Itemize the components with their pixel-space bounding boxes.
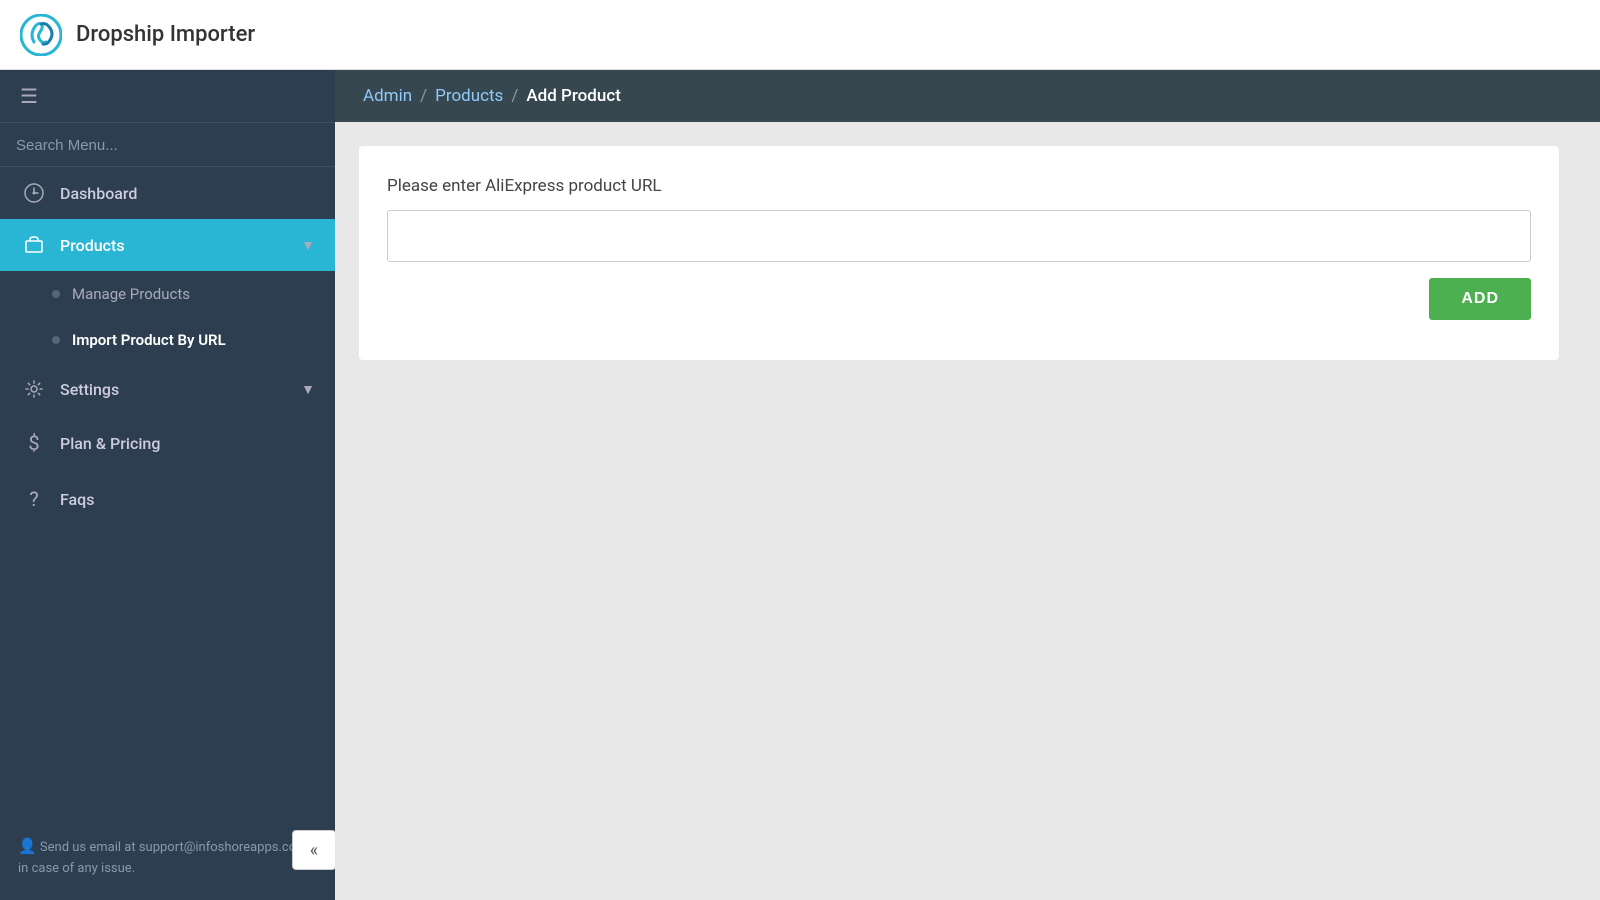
dollar-icon: $ [20, 431, 48, 455]
import-card: Please enter AliExpress product URL ADD [359, 146, 1559, 360]
aliexpress-url-input[interactable] [387, 210, 1531, 262]
sidebar-item-faqs-label: Faqs [60, 490, 315, 509]
breadcrumb-bar: Admin / Products / Add Product [335, 70, 1600, 122]
sidebar-item-dashboard[interactable]: Dashboard [0, 167, 335, 219]
sidebar-subitem-import-product[interactable]: Import Product By URL [0, 317, 335, 363]
content-area: Admin / Products / Add Product Please en… [335, 70, 1600, 900]
app-title: Dropship Importer [76, 22, 255, 47]
sidebar-item-settings[interactable]: Settings ▼ [0, 363, 335, 415]
breadcrumb-add-product: Add Product [526, 86, 621, 106]
sidebar-item-plan-pricing[interactable]: $ Plan & Pricing [0, 415, 335, 471]
sidebar-subitem-manage-products[interactable]: Manage Products [0, 271, 335, 317]
add-button[interactable]: ADD [1429, 278, 1531, 320]
hamburger-icon[interactable]: ☰ [20, 84, 38, 108]
search-input[interactable] [16, 137, 319, 154]
manage-products-label: Manage Products [72, 285, 190, 303]
settings-chevron-icon: ▼ [301, 381, 315, 398]
page-content: Please enter AliExpress product URL ADD [335, 122, 1600, 900]
sidebar-item-plan-pricing-label: Plan & Pricing [60, 434, 315, 453]
products-icon [20, 235, 48, 255]
main-layout: ☰ Dashboard Pr [0, 70, 1600, 900]
settings-icon [20, 379, 48, 399]
question-icon: ? [20, 487, 48, 511]
nav-header: ☰ [0, 70, 335, 123]
breadcrumb-sep-1: / [420, 86, 427, 106]
app-logo-icon [20, 14, 62, 56]
add-btn-row: ADD [387, 278, 1531, 320]
breadcrumb-admin[interactable]: Admin [363, 86, 412, 106]
support-message: Send us email at support@infoshoreapps.c… [18, 840, 308, 876]
sidebar-item-settings-label: Settings [60, 380, 301, 399]
sidebar-item-products-label: Products [60, 236, 301, 255]
support-text: 👤 Send us email at support@infoshoreapps… [0, 814, 335, 900]
collapse-icon: « [310, 840, 318, 861]
dashboard-icon [20, 183, 48, 203]
sidebar-item-products[interactable]: Products ▼ [0, 219, 335, 271]
breadcrumb-products[interactable]: Products [435, 86, 503, 106]
sidebar: ☰ Dashboard Pr [0, 70, 335, 900]
import-product-label: Import Product By URL [72, 331, 226, 349]
search-container [0, 123, 335, 167]
sidebar-item-faqs[interactable]: ? Faqs [0, 471, 335, 527]
breadcrumb-sep-2: / [511, 86, 518, 106]
collapse-sidebar-button[interactable]: « [292, 830, 335, 870]
products-chevron-icon: ▼ [301, 237, 315, 254]
card-label: Please enter AliExpress product URL [387, 176, 1531, 196]
user-icon: 👤 [18, 837, 37, 855]
sidebar-item-dashboard-label: Dashboard [60, 184, 315, 203]
top-header: Dropship Importer [0, 0, 1600, 70]
